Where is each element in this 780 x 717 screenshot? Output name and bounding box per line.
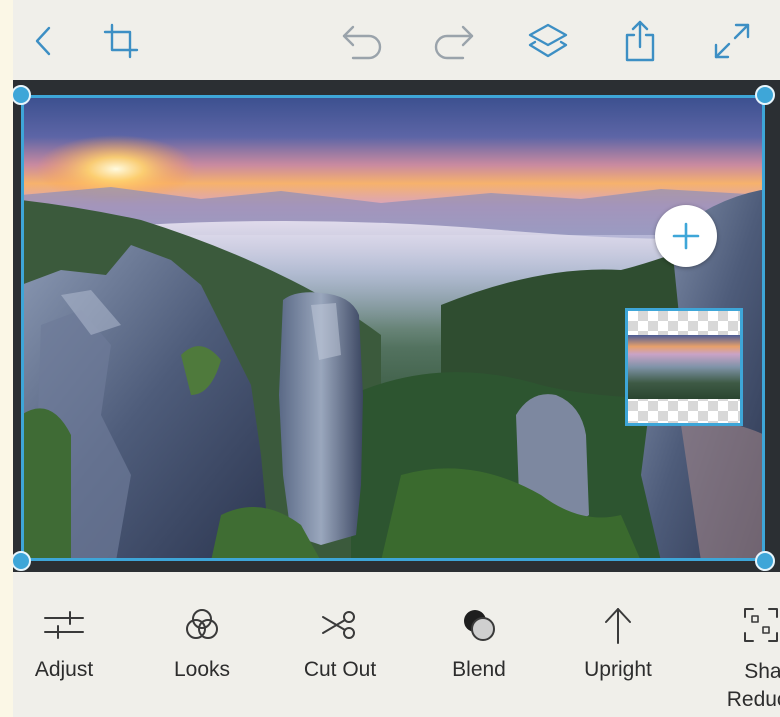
tool-blend-label: Blend	[452, 658, 506, 681]
fullscreen-button[interactable]	[709, 18, 755, 64]
back-icon	[35, 26, 51, 56]
tool-upright[interactable]: Upright	[563, 602, 673, 702]
canvas-area	[13, 80, 780, 572]
tool-upright-label: Upright	[584, 658, 652, 681]
plus-icon	[672, 222, 700, 250]
tool-cut-out[interactable]: Cut Out	[285, 602, 395, 702]
resize-handle-bottom-right[interactable]	[755, 551, 775, 571]
crop-icon	[103, 23, 139, 59]
layer-thumbnail-image	[628, 335, 740, 399]
crop-button[interactable]	[98, 18, 144, 64]
resize-handle-bottom-left[interactable]	[13, 551, 31, 571]
tool-looks-label: Looks	[173, 658, 231, 681]
looks-icon	[186, 609, 218, 639]
add-layer-button[interactable]	[655, 205, 717, 267]
layers-icon	[528, 23, 568, 58]
blend-icon	[464, 610, 495, 641]
layer-thumbnail[interactable]	[625, 308, 743, 426]
undo-icon	[342, 25, 382, 60]
tool-adjust[interactable]: Adjust	[13, 602, 119, 702]
resize-handle-top-right[interactable]	[755, 85, 775, 105]
share-button[interactable]	[617, 18, 663, 64]
top-toolbar	[13, 0, 780, 80]
undo-button[interactable]	[339, 18, 385, 64]
shake-reduction-icon	[744, 608, 778, 642]
back-button[interactable]	[21, 18, 67, 64]
scissors-icon	[322, 611, 355, 639]
upright-icon	[605, 608, 631, 644]
tool-shake-reduction[interactable]: Shake Reduction	[705, 602, 780, 711]
tool-bar: Adjust Looks Cut Out Blend Upright Sha R…	[13, 572, 780, 717]
share-icon	[625, 20, 655, 62]
expand-icon	[714, 23, 750, 59]
sliders-icon	[44, 611, 84, 639]
tool-cut-out-label: Cut Out	[303, 658, 377, 681]
redo-button[interactable]	[431, 18, 477, 64]
tool-shake-reduction-label: Shake Reduction	[726, 660, 780, 711]
tool-adjust-label: Adjust	[34, 658, 94, 681]
tool-blend[interactable]: Blend	[424, 602, 534, 702]
photoshop-fix-app: Adjust Looks Cut Out Blend Upright Sha R…	[13, 0, 780, 717]
redo-icon	[434, 25, 474, 60]
layers-button[interactable]	[525, 18, 571, 64]
tool-looks[interactable]: Looks	[147, 602, 257, 702]
